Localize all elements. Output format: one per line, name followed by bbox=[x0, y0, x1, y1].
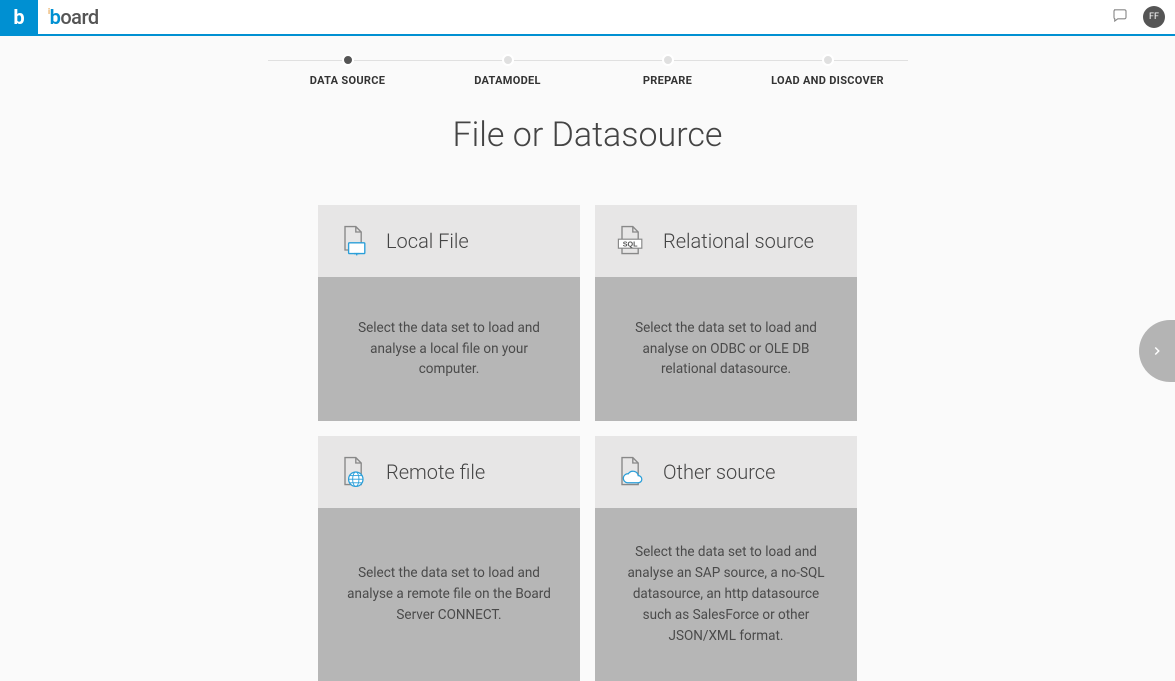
file-globe-icon bbox=[336, 454, 372, 490]
avatar-initials: FF bbox=[1149, 12, 1159, 22]
step-dot-icon bbox=[822, 54, 834, 66]
card-title: Remote file bbox=[386, 460, 485, 484]
step-label: DATA SOURCE bbox=[310, 74, 385, 87]
step-dot-icon bbox=[662, 54, 674, 66]
card-header: Local File bbox=[318, 205, 580, 277]
svg-text:SQL: SQL bbox=[623, 239, 638, 248]
card-title: Local File bbox=[386, 229, 469, 253]
chat-icon[interactable] bbox=[1111, 6, 1129, 28]
avatar[interactable]: FF bbox=[1143, 6, 1165, 28]
page-title: File or Datasource bbox=[0, 115, 1175, 155]
stepper-line bbox=[268, 60, 908, 61]
top-bar: b iboard FF bbox=[0, 0, 1175, 36]
card-description: Select the data set to load and analyse … bbox=[318, 277, 580, 421]
card-header: Other source bbox=[595, 436, 857, 508]
wizard-stepper: DATA SOURCE DATAMODEL PREPARE LOAD AND D… bbox=[268, 54, 908, 87]
file-sql-icon: SQL bbox=[613, 223, 649, 259]
card-title: Relational source bbox=[663, 229, 814, 253]
app-logo-text[interactable]: iboard bbox=[48, 5, 99, 29]
chevron-right-icon bbox=[1150, 344, 1164, 358]
card-remote-file[interactable]: Remote file Select the data set to load … bbox=[318, 436, 580, 681]
step-prepare[interactable]: PREPARE bbox=[588, 54, 748, 87]
step-dot-icon bbox=[342, 54, 354, 66]
card-local-file[interactable]: Local File Select the data set to load a… bbox=[318, 205, 580, 421]
card-relational-source[interactable]: SQL Relational source Select the data se… bbox=[595, 205, 857, 421]
logo-b-icon: b bbox=[13, 5, 24, 29]
card-description: Select the data set to load and analyse … bbox=[595, 277, 857, 421]
card-other-source[interactable]: Other source Select the data set to load… bbox=[595, 436, 857, 681]
file-monitor-icon bbox=[336, 223, 372, 259]
step-label: PREPARE bbox=[643, 74, 692, 87]
step-label: LOAD AND DISCOVER bbox=[771, 74, 884, 87]
source-cards-grid: Local File Select the data set to load a… bbox=[318, 205, 857, 681]
card-header: Remote file bbox=[318, 436, 580, 508]
file-cloud-icon bbox=[613, 454, 649, 490]
app-logo-square[interactable]: b bbox=[0, 0, 38, 35]
step-label: DATAMODEL bbox=[474, 74, 541, 87]
card-description: Select the data set to load and analyse … bbox=[595, 508, 857, 681]
step-data-source[interactable]: DATA SOURCE bbox=[268, 54, 428, 87]
card-header: SQL Relational source bbox=[595, 205, 857, 277]
step-datamodel[interactable]: DATAMODEL bbox=[428, 54, 588, 87]
step-dot-icon bbox=[502, 54, 514, 66]
card-description: Select the data set to load and analyse … bbox=[318, 508, 580, 681]
card-title: Other source bbox=[663, 460, 775, 484]
step-load-discover[interactable]: LOAD AND DISCOVER bbox=[748, 54, 908, 87]
